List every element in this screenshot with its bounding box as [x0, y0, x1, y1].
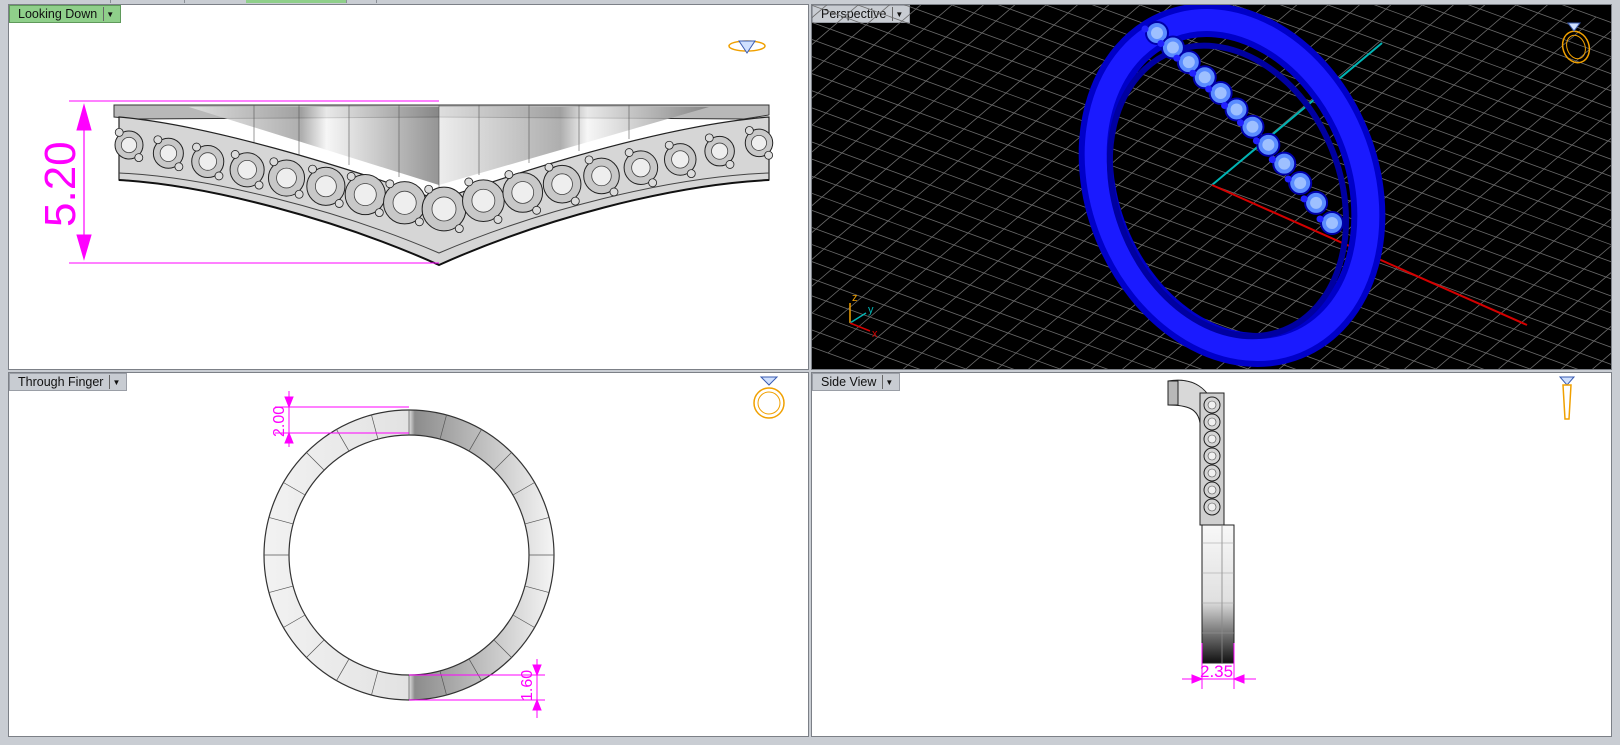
- viewport-side-view[interactable]: Side View ▼ 2.35: [811, 372, 1612, 737]
- dimension-1-60: 1.60: [519, 670, 536, 701]
- tab-segment[interactable]: [346, 0, 377, 3]
- axis-y-label: y: [868, 304, 874, 316]
- dimension-5-20: 5.20: [36, 141, 85, 227]
- ring-perspective-icon: [1554, 19, 1594, 65]
- ring-front-view-drawing: 2.00 1.60: [263, 391, 555, 718]
- ring-top-view-drawing: 5.20: [36, 100, 774, 267]
- ring-side-view-icon: [1552, 373, 1582, 425]
- axis-z-label: z: [852, 292, 858, 304]
- viewport-perspective[interactable]: Perspective ▼ z y x: [811, 4, 1612, 370]
- dimension-2-35: 2.35: [1200, 662, 1233, 681]
- viewport-looking-down[interactable]: Looking Down ▼ 5.20: [8, 4, 809, 370]
- tab-segment[interactable]: [0, 0, 111, 3]
- ring-side-view-drawing: 2.35: [1167, 379, 1256, 689]
- tab-segment-active[interactable]: [246, 0, 347, 3]
- ring-front-view-icon: [749, 373, 789, 423]
- viewport-through-finger[interactable]: Through Finger ▼ 2.00 1.60: [8, 372, 809, 737]
- tab-segment[interactable]: [184, 0, 247, 3]
- tab-segment[interactable]: [110, 0, 185, 3]
- gem-top-view-icon: [727, 35, 767, 57]
- dimension-2-00: 2.00: [271, 406, 288, 437]
- axis-x-label: x: [872, 328, 878, 340]
- status-strip: [0, 737, 1620, 745]
- ring-perspective-drawing: z y x: [812, 5, 1611, 369]
